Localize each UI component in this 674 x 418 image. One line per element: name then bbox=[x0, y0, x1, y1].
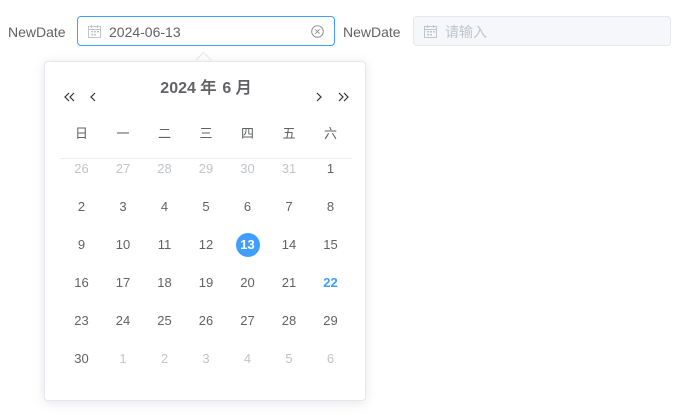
calendar-day-other-month[interactable]: 2 bbox=[144, 340, 185, 378]
double-arrow-right-icon bbox=[338, 92, 349, 102]
weekday-header: 四 bbox=[240, 126, 254, 141]
calendar-day[interactable]: 30 bbox=[61, 340, 102, 378]
calendar-day[interactable]: 19 bbox=[186, 264, 227, 302]
calendar-day[interactable]: 10 bbox=[103, 226, 144, 264]
calendar-day[interactable]: 5 bbox=[186, 188, 227, 226]
date-picker-panel: 2024 年6 月 日一二三四五六 26 27 28 29 30 31 1 2 3 4 5 6 7 8 9 10… bbox=[44, 61, 366, 401]
calendar-day[interactable]: 26 bbox=[186, 302, 227, 340]
next-year-button[interactable] bbox=[335, 89, 351, 105]
calendar-day[interactable]: 1 bbox=[310, 150, 351, 188]
calendar-day[interactable]: 2 bbox=[61, 188, 102, 226]
calendar-day[interactable]: 16 bbox=[61, 264, 102, 302]
calendar-day-today[interactable]: 22 bbox=[310, 264, 351, 302]
calendar-day-other-month[interactable]: 31 bbox=[269, 150, 310, 188]
calendar-day[interactable]: 29 bbox=[310, 302, 351, 340]
calendar-day[interactable]: 8 bbox=[310, 188, 351, 226]
weekday-header: 二 bbox=[157, 126, 171, 141]
next-month-button[interactable] bbox=[311, 89, 327, 105]
calendar-day-other-month[interactable]: 1 bbox=[103, 340, 144, 378]
calendar-day[interactable]: 28 bbox=[269, 302, 310, 340]
calendar-day-other-month[interactable]: 27 bbox=[103, 150, 144, 188]
calendar-day[interactable]: 11 bbox=[144, 226, 185, 264]
weekday-header: 六 bbox=[323, 126, 337, 141]
calendar-day[interactable]: 12 bbox=[186, 226, 227, 264]
calendar-day[interactable]: 25 bbox=[144, 302, 185, 340]
calendar-day-other-month[interactable]: 30 bbox=[227, 150, 268, 188]
calendar-day-other-month[interactable]: 6 bbox=[310, 340, 351, 378]
calendar-day-selected[interactable]: 13 bbox=[227, 226, 268, 264]
arrow-right-icon bbox=[316, 92, 322, 102]
calendar-day[interactable]: 3 bbox=[103, 188, 144, 226]
calendar-icon bbox=[424, 25, 437, 38]
calendar-day[interactable]: 14 bbox=[269, 226, 310, 264]
date-input-2[interactable]: 请输入 bbox=[413, 16, 671, 46]
calendar-year[interactable]: 2024 年 bbox=[160, 80, 216, 97]
calendar-day-other-month[interactable]: 28 bbox=[144, 150, 185, 188]
calendar-day-other-month[interactable]: 26 bbox=[61, 150, 102, 188]
calendar-day-other-month[interactable]: 5 bbox=[269, 340, 310, 378]
circle-close-icon[interactable] bbox=[311, 25, 324, 38]
calendar-day[interactable]: 7 bbox=[269, 188, 310, 226]
date-input[interactable]: 2024-06-13 bbox=[77, 16, 335, 46]
calendar-day[interactable]: 21 bbox=[269, 264, 310, 302]
date-field-label-2: NewDate bbox=[343, 24, 401, 40]
date-input-value: 2024-06-13 bbox=[109, 24, 181, 40]
calendar-day-other-month[interactable]: 4 bbox=[227, 340, 268, 378]
calendar-month[interactable]: 6 月 bbox=[222, 80, 251, 97]
weekday-header: 五 bbox=[282, 126, 296, 141]
calendar-day[interactable]: 23 bbox=[61, 302, 102, 340]
weekday-header: 一 bbox=[116, 126, 130, 141]
calendar-day[interactable]: 15 bbox=[310, 226, 351, 264]
calendar-day[interactable]: 6 bbox=[227, 188, 268, 226]
calendar-day[interactable]: 17 bbox=[103, 264, 144, 302]
calendar-day[interactable]: 24 bbox=[103, 302, 144, 340]
calendar-day-other-month[interactable]: 3 bbox=[186, 340, 227, 378]
weekday-header: 日 bbox=[74, 126, 88, 141]
calendar-day-other-month[interactable]: 29 bbox=[186, 150, 227, 188]
calendar-icon bbox=[88, 25, 101, 38]
calendar-day[interactable]: 9 bbox=[61, 226, 102, 264]
calendar-day[interactable]: 4 bbox=[144, 188, 185, 226]
date-field-label: NewDate bbox=[8, 24, 66, 40]
date-input-placeholder: 请输入 bbox=[445, 24, 487, 40]
calendar-day[interactable]: 18 bbox=[144, 264, 185, 302]
selected-day-label: 13 bbox=[235, 233, 260, 257]
weekday-header: 三 bbox=[199, 126, 213, 141]
calendar-day[interactable]: 27 bbox=[227, 302, 268, 340]
calendar-day[interactable]: 20 bbox=[227, 264, 268, 302]
